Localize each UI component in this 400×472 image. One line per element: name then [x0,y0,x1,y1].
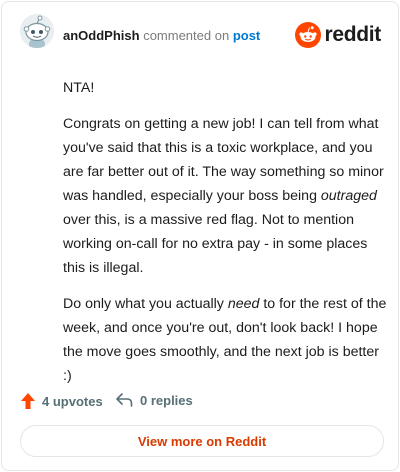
upvote-count: 4 upvotes [42,393,103,409]
comment-paragraph-1: NTA! [63,76,388,100]
comment-paragraph-3: Do only what you actually need to for th… [63,292,388,388]
view-more-button[interactable]: View more on Reddit [20,425,384,457]
reddit-wordmark: reddit [324,23,381,46]
comment-footer: 4 upvotes 0 replies [2,384,398,418]
reply-button[interactable]: 0 replies [115,392,193,408]
commented-on-text: commented on [143,28,230,43]
author-name[interactable]: anOddPhish [63,28,140,43]
reply-arrow-icon [116,393,133,407]
snoo-avatar-icon [20,14,54,48]
avatar[interactable] [20,14,54,48]
comment-embed-card: anOddPhish commented on post reddit NTA!… [1,1,399,471]
comment-paragraph-2: Congrats on getting a new job! I can tel… [63,112,388,280]
comment-meta: anOddPhish commented on post [63,28,260,43]
emphasis-text: need [227,296,260,312]
reddit-logo[interactable]: reddit [295,21,381,49]
post-link[interactable]: post [233,28,260,43]
comment-text: over this, is a massive red flag. Not to… [63,212,368,276]
upvote-button[interactable]: 4 upvotes [20,392,103,410]
upvote-arrow-icon [21,393,35,409]
comment-text: Do only what you actually [63,296,228,312]
comment-body: NTA! Congrats on getting a new job! I ca… [63,76,388,400]
reddit-snoo-icon [295,22,322,48]
reply-count: 0 replies [140,392,193,408]
emphasis-text: outraged [320,188,377,204]
comment-header: anOddPhish commented on post reddit [2,2,398,72]
comment-text: NTA! [63,80,95,96]
